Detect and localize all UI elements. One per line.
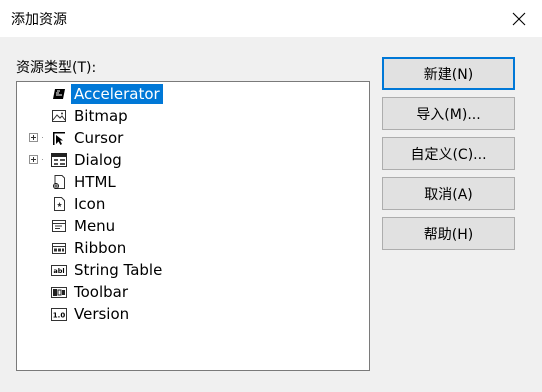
tree-item-toolbar[interactable]: Toolbar (17, 281, 367, 303)
custom-button[interactable]: 自定义(C)... (382, 137, 515, 170)
tree-item-label: Dialog (74, 151, 122, 169)
tree-item-icon[interactable]: Icon (17, 193, 367, 215)
tree-item-label: HTML (74, 173, 116, 191)
close-button[interactable] (496, 0, 542, 37)
tree-item-label: Accelerator (71, 84, 163, 104)
tree-item-accelerator[interactable]: Accelerator (17, 83, 367, 105)
menu-icon (52, 220, 66, 232)
close-icon (512, 12, 526, 25)
version-icon: 1.0 (51, 308, 67, 321)
dialog-icon (51, 153, 67, 167)
resource-type-tree[interactable]: Accelerator Bitmap Cursor Dialog HTML Ic… (16, 81, 370, 371)
bitmap-icon (52, 110, 66, 122)
tree-connector (42, 159, 43, 160)
tree-item-label: Toolbar (74, 283, 129, 301)
title-bar: 添加资源 (0, 0, 542, 37)
tree-item-dialog[interactable]: Dialog (17, 149, 367, 171)
cursor-icon (53, 132, 65, 145)
help-button[interactable]: 帮助(H) (382, 217, 515, 250)
new-button[interactable]: 新建(N) (382, 57, 515, 90)
tree-item-cursor[interactable]: Cursor (17, 127, 367, 149)
tree-item-label: Icon (74, 195, 106, 213)
string-table-icon: abl (51, 265, 67, 276)
tree-item-label: Ribbon (74, 239, 127, 257)
expand-icon[interactable] (29, 133, 38, 142)
ribbon-icon (52, 243, 66, 254)
tree-item-version[interactable]: 1.0 Version (17, 303, 367, 325)
tree-item-bitmap[interactable]: Bitmap (17, 105, 367, 127)
expand-icon[interactable] (29, 155, 38, 164)
tree-item-ribbon[interactable]: Ribbon (17, 237, 367, 259)
window-title: 添加资源 (11, 12, 67, 28)
icon-resource-icon (54, 197, 65, 211)
svg-text:1.0: 1.0 (53, 312, 66, 320)
tree-item-label: Bitmap (74, 107, 128, 125)
cancel-button[interactable]: 取消(A) (382, 177, 515, 210)
tree-item-string-table[interactable]: abl String Table (17, 259, 367, 281)
tree-item-label: Cursor (74, 129, 124, 147)
tree-item-label: String Table (74, 261, 163, 279)
accelerator-icon (53, 89, 65, 99)
tree-item-html[interactable]: HTML (17, 171, 367, 193)
tree-item-label: Version (74, 305, 130, 323)
svg-text:abl: abl (53, 267, 64, 275)
import-button[interactable]: 导入(M)... (382, 97, 515, 130)
toolbar-icon (51, 287, 67, 298)
tree-item-label: Menu (74, 217, 116, 235)
html-icon (53, 175, 65, 189)
tree-item-menu[interactable]: Menu (17, 215, 367, 237)
resource-type-label: 资源类型(T): (16, 60, 97, 76)
tree-connector (42, 137, 43, 138)
